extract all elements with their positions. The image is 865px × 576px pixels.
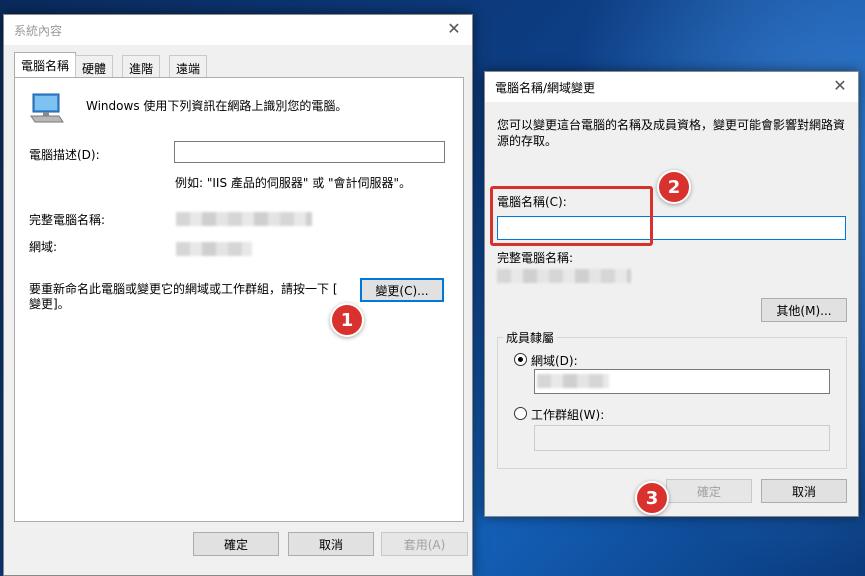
workgroup-radio-label[interactable]: 工作群組(W): xyxy=(531,406,604,423)
rename-instruction-line1: 要重新命名此電腦或變更它的網域或工作群組，請按一下 [ xyxy=(29,282,338,296)
dialog-intro-line2: 源的存取。 xyxy=(497,134,558,148)
title-bar: 系統內容 ✕ xyxy=(4,15,472,45)
tab-panel: Windows 使用下列資訊在網路上識別您的電腦。 電腦描述(D): 例如: "… xyxy=(14,77,464,522)
close-icon[interactable]: ✕ xyxy=(832,78,848,94)
tab-remote[interactable]: 遠端 xyxy=(169,55,208,77)
step-badge-2: 2 xyxy=(657,170,691,204)
cancel-button[interactable]: 取消 xyxy=(288,532,374,556)
step-badge-3: 3 xyxy=(635,481,669,515)
dialog-intro-line1: 您可以變更這台電腦的名稱及成員資格，變更可能會影響對網路資 xyxy=(497,118,846,132)
dialog-full-name-label: 完整電腦名稱: xyxy=(497,251,574,265)
tab-label: 電腦名稱 xyxy=(21,59,70,73)
description-input[interactable] xyxy=(174,141,445,163)
cancel-button-label: 取消 xyxy=(318,537,343,552)
dialog-cancel-label: 取消 xyxy=(791,484,816,499)
system-properties-window: 系統內容 ✕ 電腦名稱 硬體 進階 遠端 Windows 使用下列資訊在網路上識… xyxy=(3,14,473,576)
step-number: 1 xyxy=(340,309,354,331)
full-name-value-redacted xyxy=(176,212,312,226)
close-icon[interactable]: ✕ xyxy=(446,21,462,37)
change-button[interactable]: 變更(C)... xyxy=(360,278,444,302)
domain-radio[interactable] xyxy=(514,353,527,366)
more-button[interactable]: 其他(M)... xyxy=(761,298,847,322)
tab-label: 遠端 xyxy=(176,62,201,76)
membership-legend: 成員隸屬 xyxy=(503,329,558,346)
step-badge-1: 1 xyxy=(330,303,364,337)
tab-label: 硬體 xyxy=(82,62,107,76)
apply-button-label: 套用(A) xyxy=(403,537,446,552)
dialog-full-name-redacted xyxy=(497,269,631,283)
description-example: 例如: "IIS 產品的伺服器" 或 "會計伺服器"。 xyxy=(175,176,412,190)
tab-computer-name[interactable]: 電腦名稱 xyxy=(14,52,77,78)
description-label: 電腦描述(D): xyxy=(29,148,100,162)
highlight-box xyxy=(490,186,653,246)
rename-dialog: 電腦名稱/網域變更 ✕ 您可以變更這台電腦的名稱及成員資格，變更可能會影響對網路… xyxy=(484,71,859,517)
step-number: 2 xyxy=(667,176,681,198)
more-button-label: 其他(M)... xyxy=(776,303,832,318)
dialog-title: 電腦名稱/網域變更 xyxy=(495,80,596,95)
dialog-cancel-button[interactable]: 取消 xyxy=(761,479,847,503)
rename-instruction-line2: 變更]。 xyxy=(29,297,70,311)
dialog-ok-button[interactable]: 確定 xyxy=(666,479,752,503)
dialog-title-bar: 電腦名稱/網域變更 ✕ xyxy=(485,72,858,102)
domain-input-redacted xyxy=(537,374,609,388)
tab-hardware[interactable]: 硬體 xyxy=(75,55,114,77)
window-title: 系統內容 xyxy=(14,23,63,38)
step-number: 3 xyxy=(645,487,659,509)
computer-icon xyxy=(30,93,64,123)
domain-value-redacted xyxy=(176,242,252,256)
domain-radio-label[interactable]: 網域(D): xyxy=(531,352,578,369)
tab-label: 進階 xyxy=(129,62,154,76)
domain-label: 網域: xyxy=(29,240,58,254)
apply-button[interactable]: 套用(A) xyxy=(381,532,468,556)
ok-button[interactable]: 確定 xyxy=(193,532,279,556)
ok-button-label: 確定 xyxy=(223,537,248,552)
workgroup-radio[interactable] xyxy=(514,407,527,420)
change-button-label: 變更(C)... xyxy=(375,283,429,298)
dialog-ok-label: 確定 xyxy=(696,484,721,499)
tab-advanced[interactable]: 進階 xyxy=(122,55,161,77)
intro-text: Windows 使用下列資訊在網路上識別您的電腦。 xyxy=(86,99,348,113)
full-name-label: 完整電腦名稱: xyxy=(29,213,106,227)
workgroup-input[interactable] xyxy=(534,425,830,451)
